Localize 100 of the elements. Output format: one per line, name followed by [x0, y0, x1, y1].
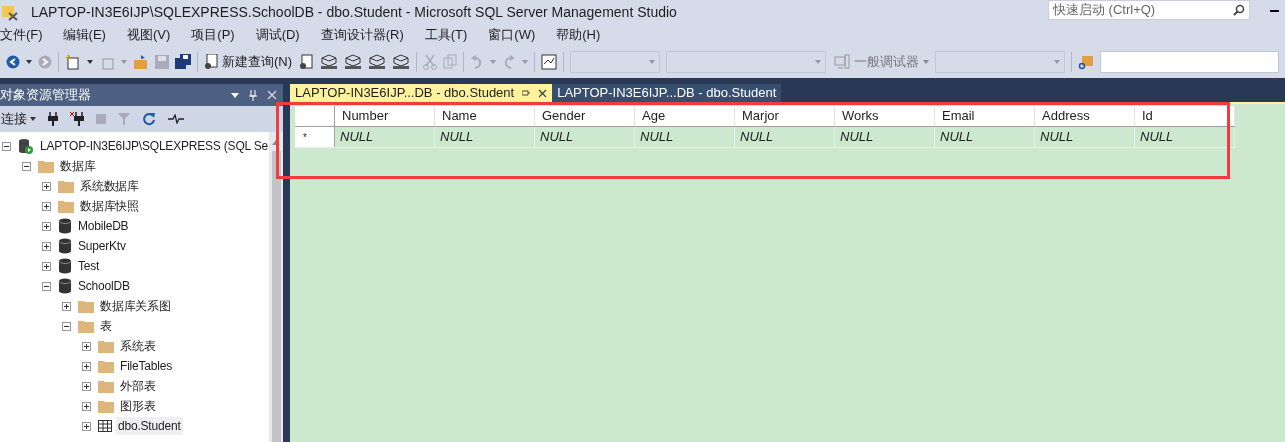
computer-icon	[834, 54, 851, 70]
scroll-up-icon[interactable]	[272, 140, 280, 145]
column-header[interactable]: Marjor	[735, 106, 835, 126]
pin-icon[interactable]	[522, 88, 531, 98]
connect-button[interactable]: 连接	[1, 109, 36, 129]
folder-icon	[78, 319, 94, 333]
expand-toggle[interactable]	[42, 241, 51, 251]
tree-item[interactable]: SchoolDB	[76, 277, 132, 295]
menu-item[interactable]: 文件(F)	[0, 25, 43, 45]
save-all-icon[interactable]	[175, 54, 191, 70]
cube-icon[interactable]	[320, 54, 339, 70]
menu-item[interactable]: 项目(P)	[191, 25, 235, 45]
table-cell[interactable]: NULL	[1035, 127, 1135, 147]
close-icon[interactable]	[538, 88, 548, 98]
caret-icon[interactable]	[231, 92, 239, 98]
save-icon	[155, 55, 169, 69]
scrollbar[interactable]	[269, 132, 283, 442]
cube-icon[interactable]	[368, 54, 387, 70]
folder-icon	[98, 379, 114, 393]
expand-toggle[interactable]	[42, 221, 51, 231]
plug-icon[interactable]	[48, 112, 58, 126]
collapse-toggle[interactable]	[22, 161, 31, 171]
query-icon[interactable]	[298, 54, 315, 70]
table-cell[interactable]: NULL	[635, 127, 735, 147]
tree-item[interactable]: 数据库	[58, 157, 98, 175]
cube-icon[interactable]	[344, 54, 363, 70]
tree-item[interactable]: 系统表	[118, 337, 158, 355]
database-icon	[58, 258, 72, 274]
collapse-toggle[interactable]	[2, 141, 11, 151]
caret-icon[interactable]	[26, 60, 32, 64]
open-folder-icon[interactable]	[133, 54, 149, 70]
expand-toggle[interactable]	[82, 381, 91, 391]
table-cell[interactable]: NULL	[835, 127, 935, 147]
database-icon	[58, 218, 72, 234]
quick-launch-field[interactable]: 快速启动 (Ctrl+Q)	[1048, 0, 1250, 20]
column-header[interactable]: Number	[335, 106, 435, 126]
table-cell[interactable]: NULL	[735, 127, 835, 147]
tree-item[interactable]: LAPTOP-IN3E6IJP\SQLEXPRESS (SQL Se	[38, 137, 269, 155]
table-cell[interactable]: NULL	[335, 127, 435, 147]
collapse-toggle[interactable]	[42, 281, 51, 291]
column-header[interactable]: Id	[1135, 106, 1235, 126]
caret-icon	[121, 60, 127, 64]
tree-item[interactable]: MobileDB	[76, 217, 131, 235]
table-cell[interactable]: NULL	[435, 127, 535, 147]
expand-toggle[interactable]	[82, 341, 91, 351]
database-icon	[58, 278, 72, 294]
menu-item[interactable]: 调试(D)	[255, 25, 300, 45]
menu-item[interactable]: 工具(T)	[424, 25, 468, 45]
search-field[interactable]	[1100, 51, 1279, 73]
expand-toggle[interactable]	[42, 181, 51, 191]
folder-icon	[98, 399, 114, 413]
menu-item[interactable]: 视图(V)	[126, 25, 171, 45]
column-header[interactable]: Email	[935, 106, 1035, 126]
tree-item[interactable]: 数据库快照	[78, 197, 141, 215]
filter-icon	[118, 113, 130, 125]
column-header[interactable]: Address	[1035, 106, 1135, 126]
column-header[interactable]: Works	[835, 106, 935, 126]
new-query-button[interactable]: 新建查询(N)	[204, 52, 293, 72]
expand-toggle[interactable]	[42, 201, 51, 211]
activity-icon[interactable]	[168, 114, 184, 124]
database-icon	[58, 238, 72, 254]
refresh-icon[interactable]	[142, 112, 156, 126]
tree-item[interactable]: 外部表	[118, 377, 158, 395]
tree-item[interactable]: 系统数据库	[78, 177, 141, 195]
document-tab[interactable]: LAPTOP-IN3E6IJP...DB - dbo.Student	[552, 84, 782, 102]
caret-icon	[522, 60, 529, 64]
expand-toggle[interactable]	[42, 261, 51, 271]
expand-toggle[interactable]	[82, 401, 91, 411]
back-icon[interactable]	[6, 55, 20, 69]
app-icon	[1, 3, 19, 21]
disconnect-icon[interactable]	[70, 112, 84, 126]
tree-item[interactable]: Test	[76, 257, 102, 275]
cube-icon[interactable]	[392, 54, 411, 70]
menu-item[interactable]: 帮助(H)	[556, 25, 601, 45]
column-header[interactable]: Name	[435, 106, 535, 126]
tree-item[interactable]: 图形表	[118, 397, 158, 415]
caret-icon	[490, 60, 497, 64]
new-project-icon[interactable]	[65, 54, 81, 70]
expand-toggle[interactable]	[82, 361, 91, 371]
menu-item[interactable]: 编辑(E)	[62, 25, 106, 45]
activity-monitor-icon[interactable]	[541, 54, 558, 70]
table-cell[interactable]: NULL	[535, 127, 635, 147]
column-header[interactable]: Age	[635, 106, 735, 126]
caret-icon[interactable]	[87, 60, 93, 64]
new-row-marker: *	[303, 130, 307, 145]
find-folder-icon[interactable]	[1078, 54, 1095, 70]
tree-item[interactable]: 数据库关系图	[98, 297, 173, 315]
table-cell[interactable]: NULL	[935, 127, 1035, 147]
expand-toggle[interactable]	[82, 421, 91, 431]
tree-item[interactable]: FileTables	[118, 357, 175, 375]
tree-item[interactable]: 表	[98, 317, 114, 335]
menu-item[interactable]: 查询设计器(R)	[320, 25, 404, 45]
tree-item[interactable]: SuperKtv	[76, 237, 128, 255]
menu-item[interactable]: 窗口(W)	[488, 25, 536, 45]
column-header[interactable]: Gender	[535, 106, 635, 126]
table-cell[interactable]: NULL	[1135, 127, 1235, 147]
expand-toggle[interactable]	[62, 301, 71, 311]
collapse-toggle[interactable]	[62, 321, 71, 331]
document-tab[interactable]: LAPTOP-IN3E6IJP...DB - dbo.Student	[290, 84, 553, 102]
tree-item[interactable]: dbo.Student	[116, 417, 183, 435]
